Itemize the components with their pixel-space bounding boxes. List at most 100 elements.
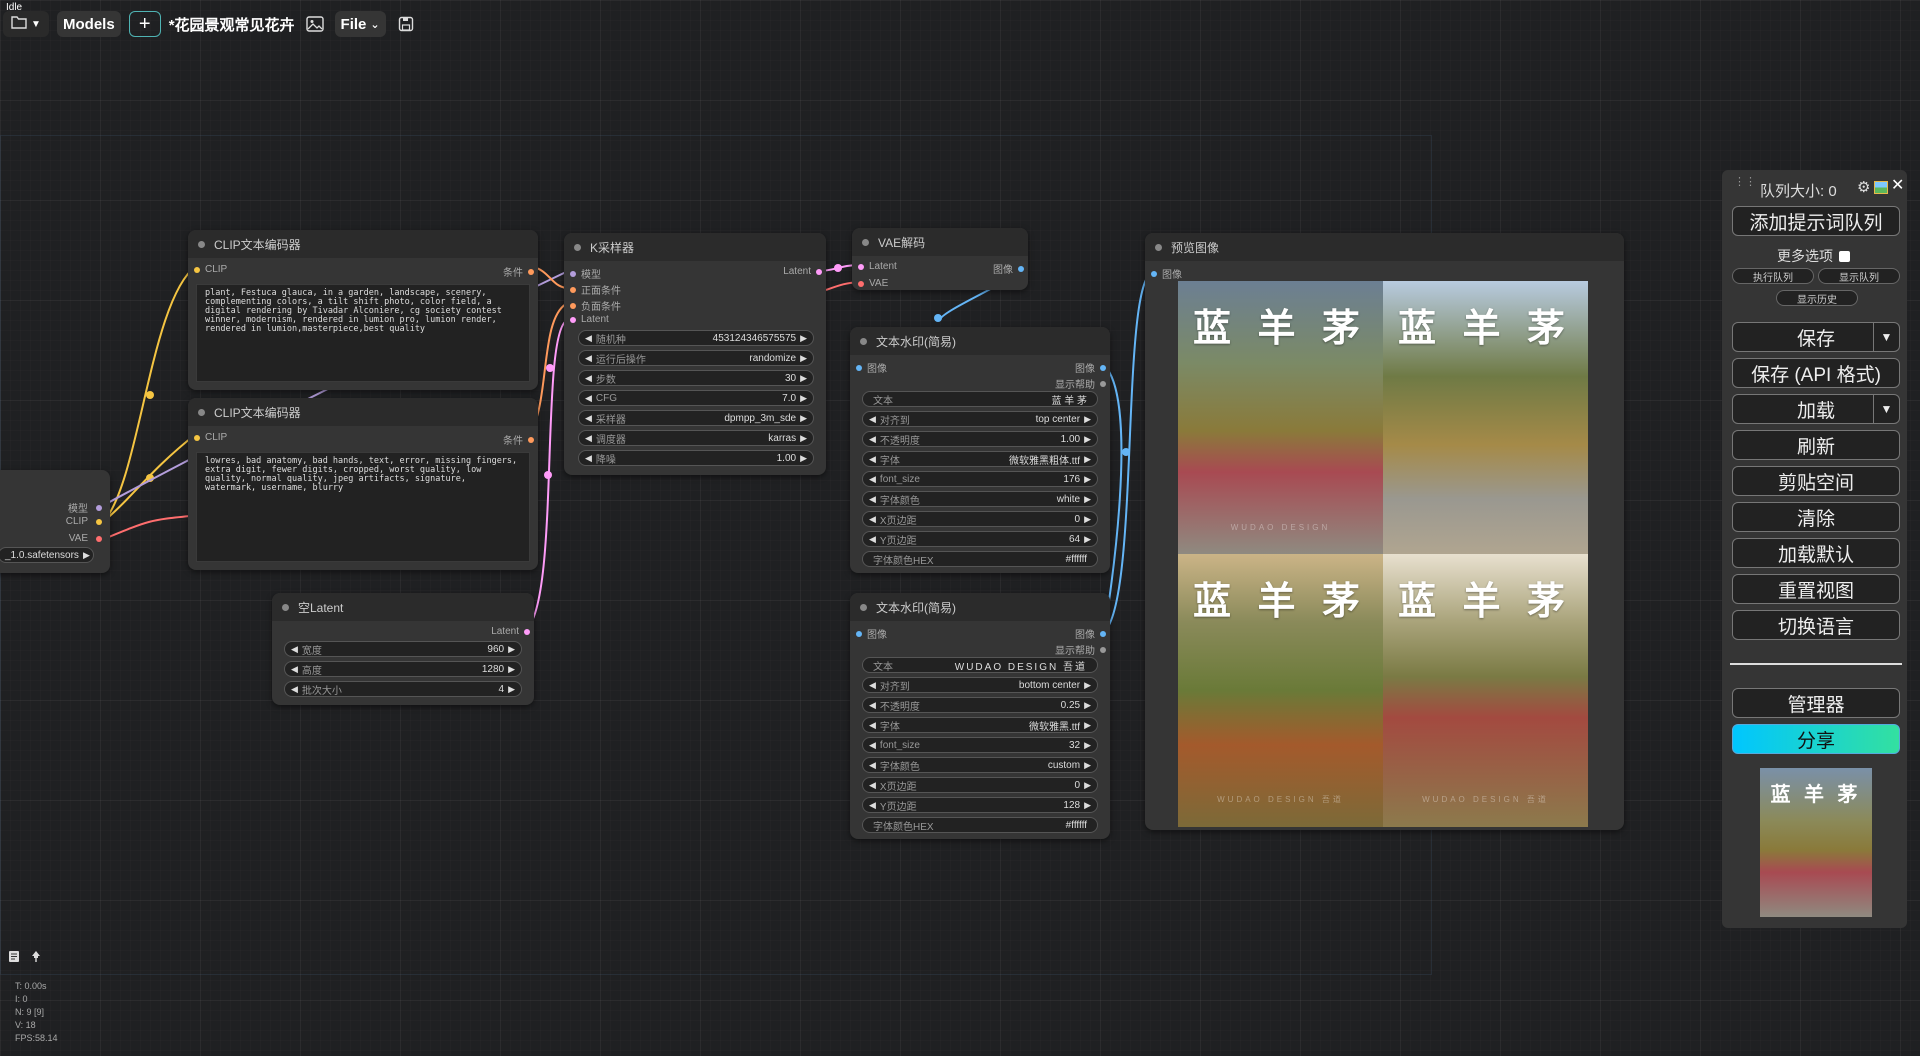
collapse-dot-icon[interactable]	[198, 408, 205, 416]
y-margin-widget[interactable]: ◀ Y页边距 128 ▶	[862, 797, 1098, 813]
steps-widget[interactable]: ◀ 步数 30 ▶	[578, 370, 814, 386]
drag-handle-icon[interactable]: ⋮⋮	[1734, 177, 1756, 188]
y-margin-widget[interactable]: ◀ Y页边距 64 ▶	[862, 531, 1098, 547]
control-after-generate-widget[interactable]: ◀ 运行后操作 randomize ▶	[578, 350, 814, 366]
input-negative[interactable]: 负面条件	[570, 298, 621, 313]
preview-image-4[interactable]: 蓝 羊 茅 WUDAO DESIGN 吾道	[1383, 554, 1588, 827]
show-history-button[interactable]: 显示历史	[1776, 290, 1858, 306]
save-button[interactable]: 保存 ▼	[1732, 322, 1900, 352]
input-clip[interactable]: CLIP	[194, 432, 227, 443]
font-color-widget[interactable]: ◀ 字体颜色 white ▶	[862, 491, 1098, 507]
collapse-dot-icon[interactable]	[860, 337, 867, 345]
width-widget[interactable]: ◀ 宽度 960 ▶	[284, 641, 522, 657]
input-clip[interactable]: CLIP	[194, 264, 227, 275]
clear-button[interactable]: 清除	[1732, 502, 1900, 532]
gear-icon[interactable]: ⚙	[1857, 178, 1870, 196]
image-gallery-icon[interactable]	[1874, 181, 1888, 194]
x-margin-widget[interactable]: ◀ X页边距 0 ▶	[862, 511, 1098, 527]
vae-decode-node[interactable]: VAE解码 Latent VAE 图像	[852, 228, 1028, 290]
share-button[interactable]: 分享	[1732, 724, 1900, 754]
input-latent[interactable]: Latent	[570, 314, 609, 325]
collapse-dot-icon[interactable]	[574, 243, 581, 251]
output-latent[interactable]: Latent	[491, 626, 530, 637]
reset-view-button[interactable]: 重置视图	[1732, 574, 1900, 604]
text-widget[interactable]: 文本 蓝 羊 茅	[862, 391, 1098, 407]
show-queue-button[interactable]: 显示队列	[1818, 268, 1900, 284]
scheduler-widget[interactable]: ◀ 调度器 karras ▶	[578, 430, 814, 446]
input-image[interactable]: 图像	[1151, 266, 1182, 281]
load-dropdown-button[interactable]: ▼	[1873, 395, 1899, 423]
align-widget[interactable]: ◀ 对齐到 bottom center ▶	[862, 677, 1098, 693]
opacity-widget[interactable]: ◀ 不透明度 0.25 ▶	[862, 697, 1098, 713]
execute-queue-button[interactable]: 执行队列	[1732, 268, 1814, 284]
preview-image-2[interactable]: 蓝 羊 茅	[1383, 281, 1588, 554]
document-icon[interactable]	[8, 950, 20, 968]
font-widget[interactable]: ◀ 字体 微软雅黑.ttf ▶	[862, 717, 1098, 733]
output-conditioning[interactable]: 条件	[503, 432, 534, 447]
preview-image-node[interactable]: 预览图像 图像 蓝 羊 茅 WUDAO DESIGN 蓝 羊 茅 蓝 羊 茅 W…	[1145, 233, 1624, 830]
batch-size-widget[interactable]: ◀ 批次大小 4 ▶	[284, 681, 522, 697]
load-button[interactable]: 加载 ▼	[1732, 394, 1900, 424]
text-widget[interactable]: 文本 WUDAO DESIGN 吾道	[862, 657, 1098, 673]
output-image[interactable]: 图像	[993, 261, 1024, 276]
save-icon[interactable]	[394, 12, 418, 36]
close-icon[interactable]: ✕	[1891, 175, 1904, 195]
switch-language-button[interactable]: 切换语言	[1732, 610, 1900, 640]
output-help[interactable]: 显示帮助	[1055, 376, 1106, 391]
save-api-button[interactable]: 保存 (API 格式)	[1732, 358, 1900, 388]
sampler-widget[interactable]: ◀ 采样器 dpmpp_3m_sde ▶	[578, 410, 814, 426]
font-size-widget[interactable]: ◀ font_size 176 ▶	[862, 471, 1098, 487]
output-latent[interactable]: Latent	[783, 266, 822, 277]
output-clip[interactable]: CLIP	[66, 516, 102, 527]
load-default-button[interactable]: 加载默认	[1732, 538, 1900, 568]
text-watermark-node-1[interactable]: 文本水印(简易) 图像 图像 显示帮助 文本蓝 羊 茅 ◀ 对齐到 top cent…	[850, 327, 1110, 573]
cfg-widget[interactable]: ◀ CFG 7.0 ▶	[578, 390, 814, 406]
input-image[interactable]: 图像	[856, 360, 887, 375]
latest-preview-thumbnail[interactable]: 蓝 羊 茅	[1760, 768, 1872, 917]
font-color-hex-widget[interactable]: 字体颜色HEX #ffffff	[862, 551, 1098, 567]
input-vae[interactable]: VAE	[858, 278, 888, 289]
clip-text-encode-negative-node[interactable]: CLIP文本编码器 CLIP 条件 lowres, bad anatomy, b…	[188, 398, 538, 570]
clipspace-button[interactable]: 剪贴空间	[1732, 466, 1900, 496]
more-options-checkbox[interactable]	[1839, 250, 1850, 262]
preview-image-3[interactable]: 蓝 羊 茅 WUDAO DESIGN 吾道	[1178, 554, 1383, 827]
negative-prompt-textarea[interactable]: lowres, bad anatomy, bad hands, text, er…	[196, 452, 530, 562]
new-workflow-button[interactable]: +	[128, 11, 161, 37]
output-image[interactable]: 图像	[1075, 626, 1106, 641]
collapse-dot-icon[interactable]	[282, 603, 289, 611]
input-image[interactable]: 图像	[856, 626, 887, 641]
prompt-textarea[interactable]: plant, Festuca glauca, in a garden, land…	[196, 284, 530, 382]
output-help[interactable]: 显示帮助	[1055, 642, 1106, 657]
ckpt-name-widget[interactable]: _1.0.safetensors ▶	[0, 547, 94, 563]
preview-image-1[interactable]: 蓝 羊 茅 WUDAO DESIGN	[1178, 281, 1383, 554]
height-widget[interactable]: ◀ 高度 1280 ▶	[284, 661, 522, 677]
font-color-hex-widget[interactable]: 字体颜色HEX #ffffff	[862, 817, 1098, 833]
denoise-widget[interactable]: ◀ 降噪 1.00 ▶	[578, 450, 814, 466]
input-model[interactable]: 模型	[570, 266, 601, 281]
output-image[interactable]: 图像	[1075, 360, 1106, 375]
output-model[interactable]: 模型	[68, 500, 102, 515]
output-conditioning[interactable]: 条件	[503, 264, 534, 279]
output-vae[interactable]: VAE	[69, 533, 102, 544]
image-icon[interactable]	[303, 12, 327, 36]
text-watermark-node-2[interactable]: 文本水印(简易) 图像 图像 显示帮助 文本 WUDAO DESIGN 吾道 ◀ 对…	[850, 593, 1110, 839]
input-positive[interactable]: 正面条件	[570, 282, 621, 297]
refresh-button[interactable]: 刷新	[1732, 430, 1900, 460]
ksampler-node[interactable]: K采样器 模型 正面条件 负面条件 Latent Latent ◀ 随机种 4531…	[564, 233, 826, 475]
font-size-widget[interactable]: ◀ font_size 32 ▶	[862, 737, 1098, 753]
font-widget[interactable]: ◀ 字体 微软雅黑粗体.ttf ▶	[862, 451, 1098, 467]
collapse-dot-icon[interactable]	[860, 603, 867, 611]
opacity-widget[interactable]: ◀ 不透明度 1.00 ▶	[862, 431, 1098, 447]
pin-icon[interactable]	[30, 950, 42, 968]
workflow-folder-button[interactable]: ▼	[3, 11, 49, 37]
save-dropdown-button[interactable]: ▼	[1873, 323, 1899, 351]
collapse-dot-icon[interactable]	[198, 240, 205, 248]
collapse-dot-icon[interactable]	[862, 238, 869, 246]
empty-latent-node[interactable]: 空Latent Latent ◀ 宽度 960 ▶ ◀ 高度 1280 ▶ ◀ 批次大小 4 ▶	[272, 593, 534, 705]
manager-button[interactable]: 管理器	[1732, 688, 1900, 718]
clip-text-encode-positive-node[interactable]: CLIP文本编码器 CLIP 条件 plant, Festuca glauca,…	[188, 230, 538, 390]
font-color-widget[interactable]: ◀ 字体颜色 custom ▶	[862, 757, 1098, 773]
x-margin-widget[interactable]: ◀ X页边距 0 ▶	[862, 777, 1098, 793]
models-button[interactable]: Models	[57, 11, 121, 37]
collapse-dot-icon[interactable]	[1155, 243, 1162, 251]
